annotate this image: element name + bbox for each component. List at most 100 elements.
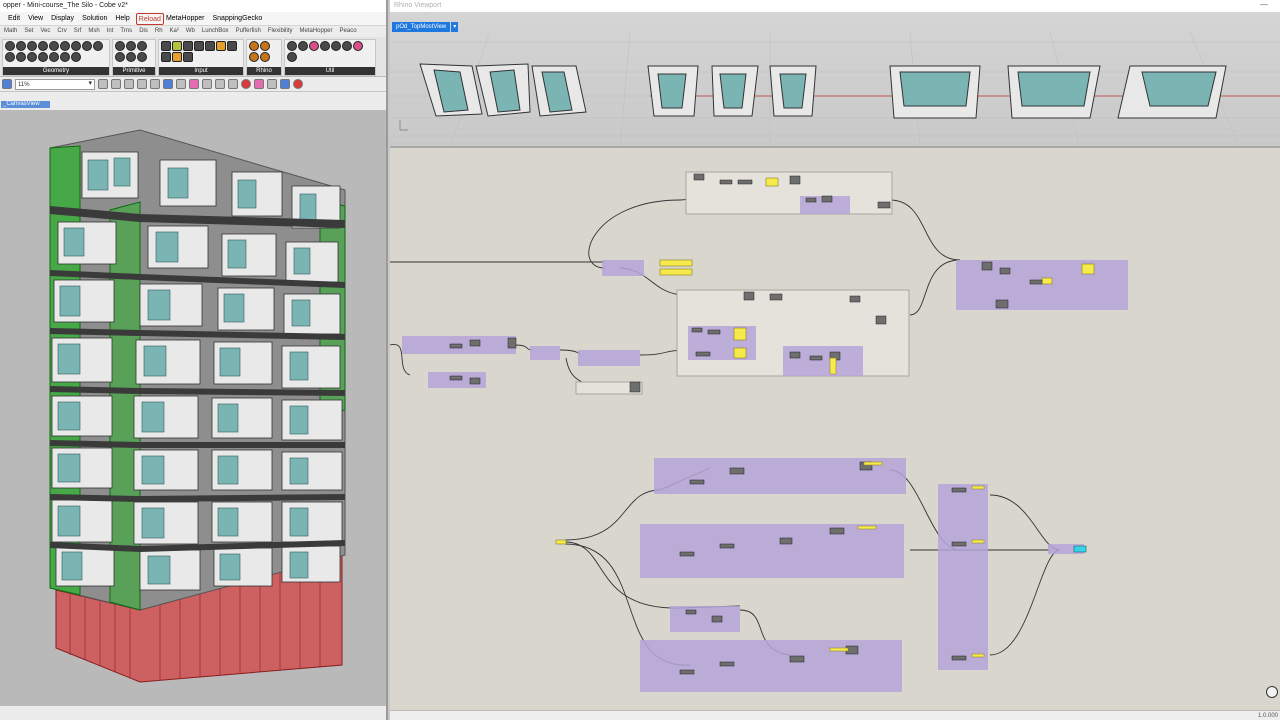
number-slider-icon[interactable] — [161, 41, 171, 51]
display-icon[interactable] — [124, 79, 134, 89]
menu-solution[interactable]: Solution — [80, 12, 113, 25]
output-param-cyan[interactable] — [1073, 545, 1087, 553]
mesh-icon[interactable] — [267, 79, 277, 89]
geometry-param-icon[interactable] — [27, 52, 37, 62]
geometry-param-icon[interactable] — [71, 41, 81, 51]
bake-icon[interactable] — [254, 79, 264, 89]
tab-crv[interactable]: Crv — [57, 26, 73, 37]
primitive-param-icon[interactable] — [137, 52, 147, 62]
arrow-icon[interactable] — [287, 52, 297, 62]
util-icon[interactable] — [331, 41, 341, 51]
colour-swatch-icon[interactable] — [172, 52, 182, 62]
wire-icon[interactable] — [215, 79, 225, 89]
geometry-param-icon[interactable] — [27, 41, 37, 51]
rhino-bake-icon[interactable] — [249, 41, 259, 51]
wireframe-icon[interactable] — [150, 79, 160, 89]
geometry-param-icon[interactable] — [38, 52, 48, 62]
geometry-param-icon[interactable] — [5, 52, 15, 62]
pin-icon[interactable] — [353, 41, 363, 51]
canvas-navigation-icon[interactable] — [1266, 686, 1278, 698]
group-icon[interactable] — [228, 79, 238, 89]
md-slider-icon[interactable] — [183, 52, 193, 62]
eye-icon[interactable] — [98, 79, 108, 89]
close-icon[interactable]: — — [1260, 0, 1268, 9]
group-purple-node2[interactable] — [578, 350, 640, 366]
tab-trns[interactable]: Trns — [120, 26, 139, 37]
sketch-icon[interactable] — [111, 79, 121, 89]
rhino-layer-icon[interactable] — [249, 52, 259, 62]
canvas-tab[interactable]: _CanvasView — [1, 101, 50, 108]
geometry-param-icon[interactable] — [16, 41, 26, 51]
digit-scroller-icon[interactable] — [227, 41, 237, 51]
gradient-icon[interactable] — [216, 41, 226, 51]
tab-int[interactable]: Int — [107, 26, 121, 37]
rhino-object-icon[interactable] — [260, 52, 270, 62]
geometry-param-icon[interactable] — [60, 41, 70, 51]
geometry-param-icon[interactable] — [5, 41, 15, 51]
group-purple-node[interactable] — [530, 346, 560, 360]
ribbon-icon[interactable] — [176, 79, 186, 89]
stop-icon[interactable] — [241, 79, 251, 89]
panel-icon[interactable] — [172, 41, 182, 51]
menu-edit[interactable]: Edit — [6, 12, 26, 25]
toggle-icon[interactable] — [183, 41, 193, 51]
group-purple-mid2[interactable] — [783, 346, 863, 376]
menu-view[interactable]: View — [26, 12, 49, 25]
disable-icon[interactable] — [293, 79, 303, 89]
building-3d-viewport[interactable] — [0, 110, 386, 706]
primitive-param-icon[interactable] — [137, 41, 147, 51]
group-purple-vertical[interactable] — [938, 484, 988, 670]
menu-snappinggecko[interactable]: SnappingGecko — [210, 12, 268, 25]
group-purple-lower3[interactable] — [670, 606, 740, 632]
tab-vec[interactable]: Vec — [40, 26, 57, 37]
viewport-tab[interactable]: pOd_TopMostView — [392, 22, 451, 32]
geometry-param-icon[interactable] — [49, 52, 59, 62]
align-icon[interactable] — [202, 79, 212, 89]
selected-preview-icon[interactable] — [163, 79, 173, 89]
group-grey-upper[interactable] — [685, 171, 893, 215]
tab-dis[interactable]: Dis — [139, 26, 155, 37]
grasshopper-canvas[interactable] — [390, 150, 1280, 710]
geometry-param-icon[interactable] — [16, 52, 26, 62]
tab-srf[interactable]: Srf — [74, 26, 89, 37]
input-slider[interactable] — [555, 539, 567, 545]
rhino-viewport[interactable] — [390, 12, 1280, 148]
tab-lunchbox[interactable]: LunchBox — [202, 26, 236, 37]
zoom-select[interactable]: 11% — [15, 78, 95, 90]
group-purple-switch[interactable] — [602, 260, 644, 276]
tab-set[interactable]: Set — [24, 26, 40, 37]
geometry-param-icon[interactable] — [49, 41, 59, 51]
util-icon[interactable] — [298, 41, 308, 51]
primitive-param-icon[interactable] — [115, 52, 125, 62]
tab-msh[interactable]: Msh — [88, 26, 106, 37]
geometry-param-icon[interactable] — [38, 41, 48, 51]
moon-icon[interactable] — [320, 41, 330, 51]
preview-icon[interactable] — [137, 79, 147, 89]
util-icon[interactable] — [287, 41, 297, 51]
tab-pufferfish[interactable]: Pufferfish — [236, 26, 268, 37]
menu-display[interactable]: Display — [49, 12, 80, 25]
save-icon[interactable] — [2, 79, 12, 89]
util-icon[interactable] — [342, 41, 352, 51]
graph-mapper-icon[interactable] — [161, 52, 171, 62]
cluster-icon[interactable] — [189, 79, 199, 89]
cherry-icon[interactable] — [309, 41, 319, 51]
menu-metahopper[interactable]: MetaHopper — [164, 12, 211, 25]
tab-peacock[interactable]: Peaco — [340, 26, 364, 37]
geometry-param-icon[interactable] — [60, 52, 70, 62]
tab-wb[interactable]: Wb — [186, 26, 202, 37]
tab-rh[interactable]: Rh — [155, 26, 170, 37]
group-purple-lower4[interactable] — [640, 640, 902, 692]
geometry-param-icon[interactable] — [93, 41, 103, 51]
tab-flexibility[interactable]: Flexibility — [268, 26, 300, 37]
button-icon[interactable] — [194, 41, 204, 51]
primitive-param-icon[interactable] — [115, 41, 125, 51]
tab-math[interactable]: Math — [4, 26, 24, 37]
tab-ka[interactable]: Ka² — [170, 26, 186, 37]
rhino-reference-icon[interactable] — [260, 41, 270, 51]
tab-metahopper[interactable]: MetaHopper — [299, 26, 339, 37]
geometry-param-icon[interactable] — [71, 52, 81, 62]
primitive-param-icon[interactable] — [126, 52, 136, 62]
chevron-down-icon[interactable]: ▾ — [451, 22, 459, 32]
primitive-param-icon[interactable] — [126, 41, 136, 51]
